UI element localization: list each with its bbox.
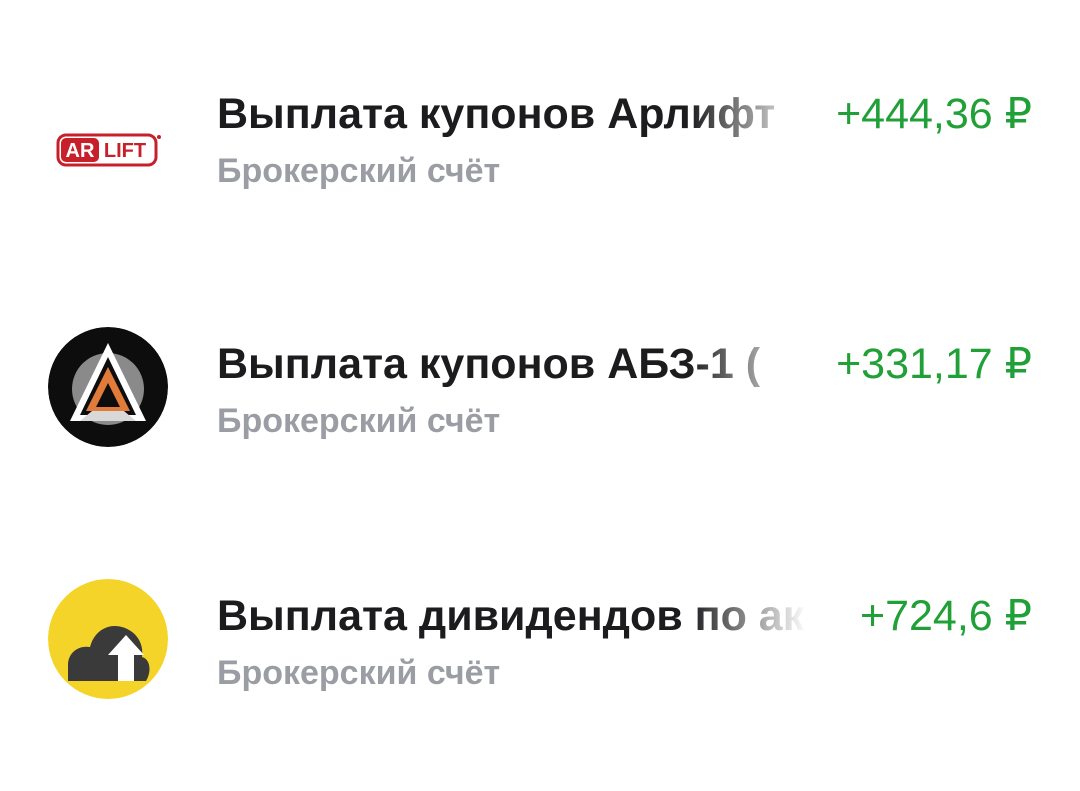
operation-title: Выплата купонов АБЗ-1 (	[217, 340, 761, 388]
operation-account: Брокерский счёт	[217, 402, 501, 440]
operation-account: Брокерский счёт	[217, 152, 501, 190]
operation-amount: +724,6 ₽	[859, 592, 1032, 640]
operation-amount: +444,36 ₽	[836, 90, 1032, 138]
operation-title: Выплата купонов Арлифт	[217, 90, 776, 138]
operation-amount: +331,17 ₽	[836, 340, 1032, 388]
operation-title: Выплата дивидендов по ак	[217, 592, 805, 640]
operation-account: Брокерский счёт	[217, 654, 501, 692]
operation-row[interactable]: Выплата купонов АБЗ-1 ( Брокерский счёт …	[0, 312, 1080, 462]
arlift-logo-lift: LIFT	[104, 140, 146, 162]
arlift-logo-icon: AR LIFT	[48, 77, 168, 197]
operation-row[interactable]: Выплата дивидендов по ак Брокерский счёт…	[0, 564, 1080, 714]
cloud-upload-logo-icon	[48, 579, 168, 699]
abz-1-logo-icon	[48, 327, 168, 447]
operation-row[interactable]: AR LIFT Выплата купонов Арлифт Брокерски…	[0, 62, 1080, 212]
arlift-logo-ar: AR	[66, 140, 95, 162]
operations-list: AR LIFT Выплата купонов Арлифт Брокерски…	[0, 0, 1080, 791]
